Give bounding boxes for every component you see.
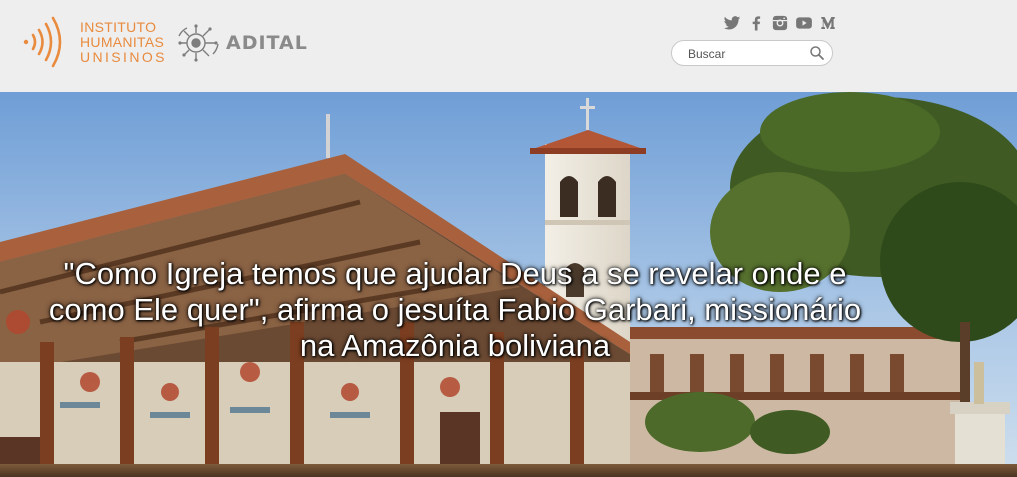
ihu-sound-waves-icon: [23, 16, 62, 68]
site-header: INSTITUTO HUMANITAS UNISINOS ADITAL: [0, 0, 1017, 92]
medium-icon[interactable]: [819, 14, 837, 32]
facebook-icon[interactable]: [747, 14, 765, 32]
twitter-icon[interactable]: [723, 14, 741, 32]
youtube-icon[interactable]: [795, 14, 813, 32]
search-input[interactable]: [686, 44, 808, 64]
ihu-logo-line-1: INSTITUTO: [80, 19, 157, 35]
hero-banner[interactable]: "Como Igreja temos que ajudar Deus a se …: [0, 92, 1017, 477]
adital-logo-text: ADITAL: [226, 32, 308, 54]
search-icon[interactable]: [808, 44, 826, 62]
ihu-logo-line-2: HUMANITAS: [80, 34, 165, 50]
instagram-icon[interactable]: [771, 14, 789, 32]
ihu-logo[interactable]: INSTITUTO HUMANITAS UNISINOS: [18, 11, 168, 73]
social-links: [723, 14, 837, 34]
adital-emblem-icon: [178, 24, 219, 62]
ihu-logo-line-3: UNISINOS: [80, 49, 167, 65]
hero-headline-link[interactable]: "Como Igreja temos que ajudar Deus a se …: [30, 256, 880, 364]
search-box: [671, 40, 833, 66]
adital-logo[interactable]: ADITAL: [176, 24, 326, 66]
ihu-logo-text: INSTITUTO HUMANITAS UNISINOS: [80, 20, 167, 65]
